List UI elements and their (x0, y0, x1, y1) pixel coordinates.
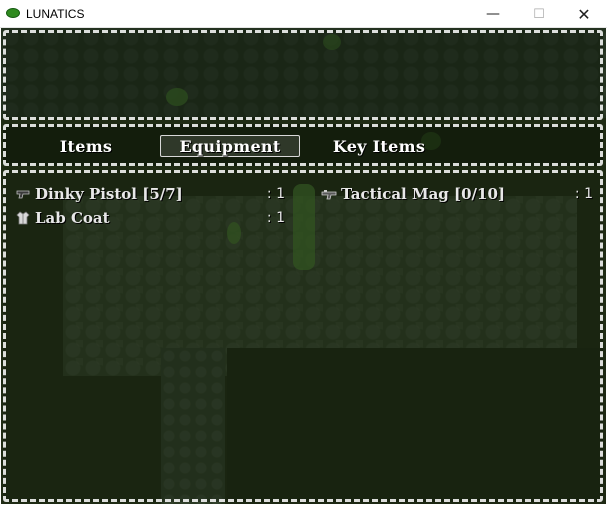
game-viewport: Items Equipment Key Items Dinky Pistol [… (1, 28, 606, 504)
list-item[interactable]: Tactical Mag [0/10] : 1 (321, 184, 593, 204)
item-name: Tactical Mag [0/10] (341, 185, 505, 203)
coat-icon (15, 210, 31, 226)
help-window (3, 30, 603, 120)
item-name: Dinky Pistol [5/7] (35, 185, 183, 203)
gun-magazine-icon (321, 186, 337, 202)
app-icon (6, 8, 20, 18)
window-titlebar: LUNATICS — ☐ ✕ (0, 0, 607, 28)
close-button[interactable]: ✕ (561, 0, 607, 28)
list-item[interactable]: Dinky Pistol [5/7] : 1 (15, 184, 285, 204)
pistol-icon (15, 186, 31, 202)
window-title: LUNATICS (26, 7, 85, 21)
minimize-button[interactable]: — (470, 0, 516, 28)
item-count: : 1 (574, 186, 593, 202)
tab-equipment[interactable]: Equipment (160, 135, 300, 157)
item-count: : 1 (266, 186, 285, 202)
item-name: Lab Coat (35, 209, 110, 227)
tab-key-items[interactable]: Key Items (319, 135, 439, 157)
list-item[interactable]: Lab Coat : 1 (15, 208, 285, 228)
tab-items[interactable]: Items (41, 135, 131, 157)
item-count: : 1 (266, 210, 285, 226)
maximize-button[interactable]: ☐ (516, 0, 562, 28)
